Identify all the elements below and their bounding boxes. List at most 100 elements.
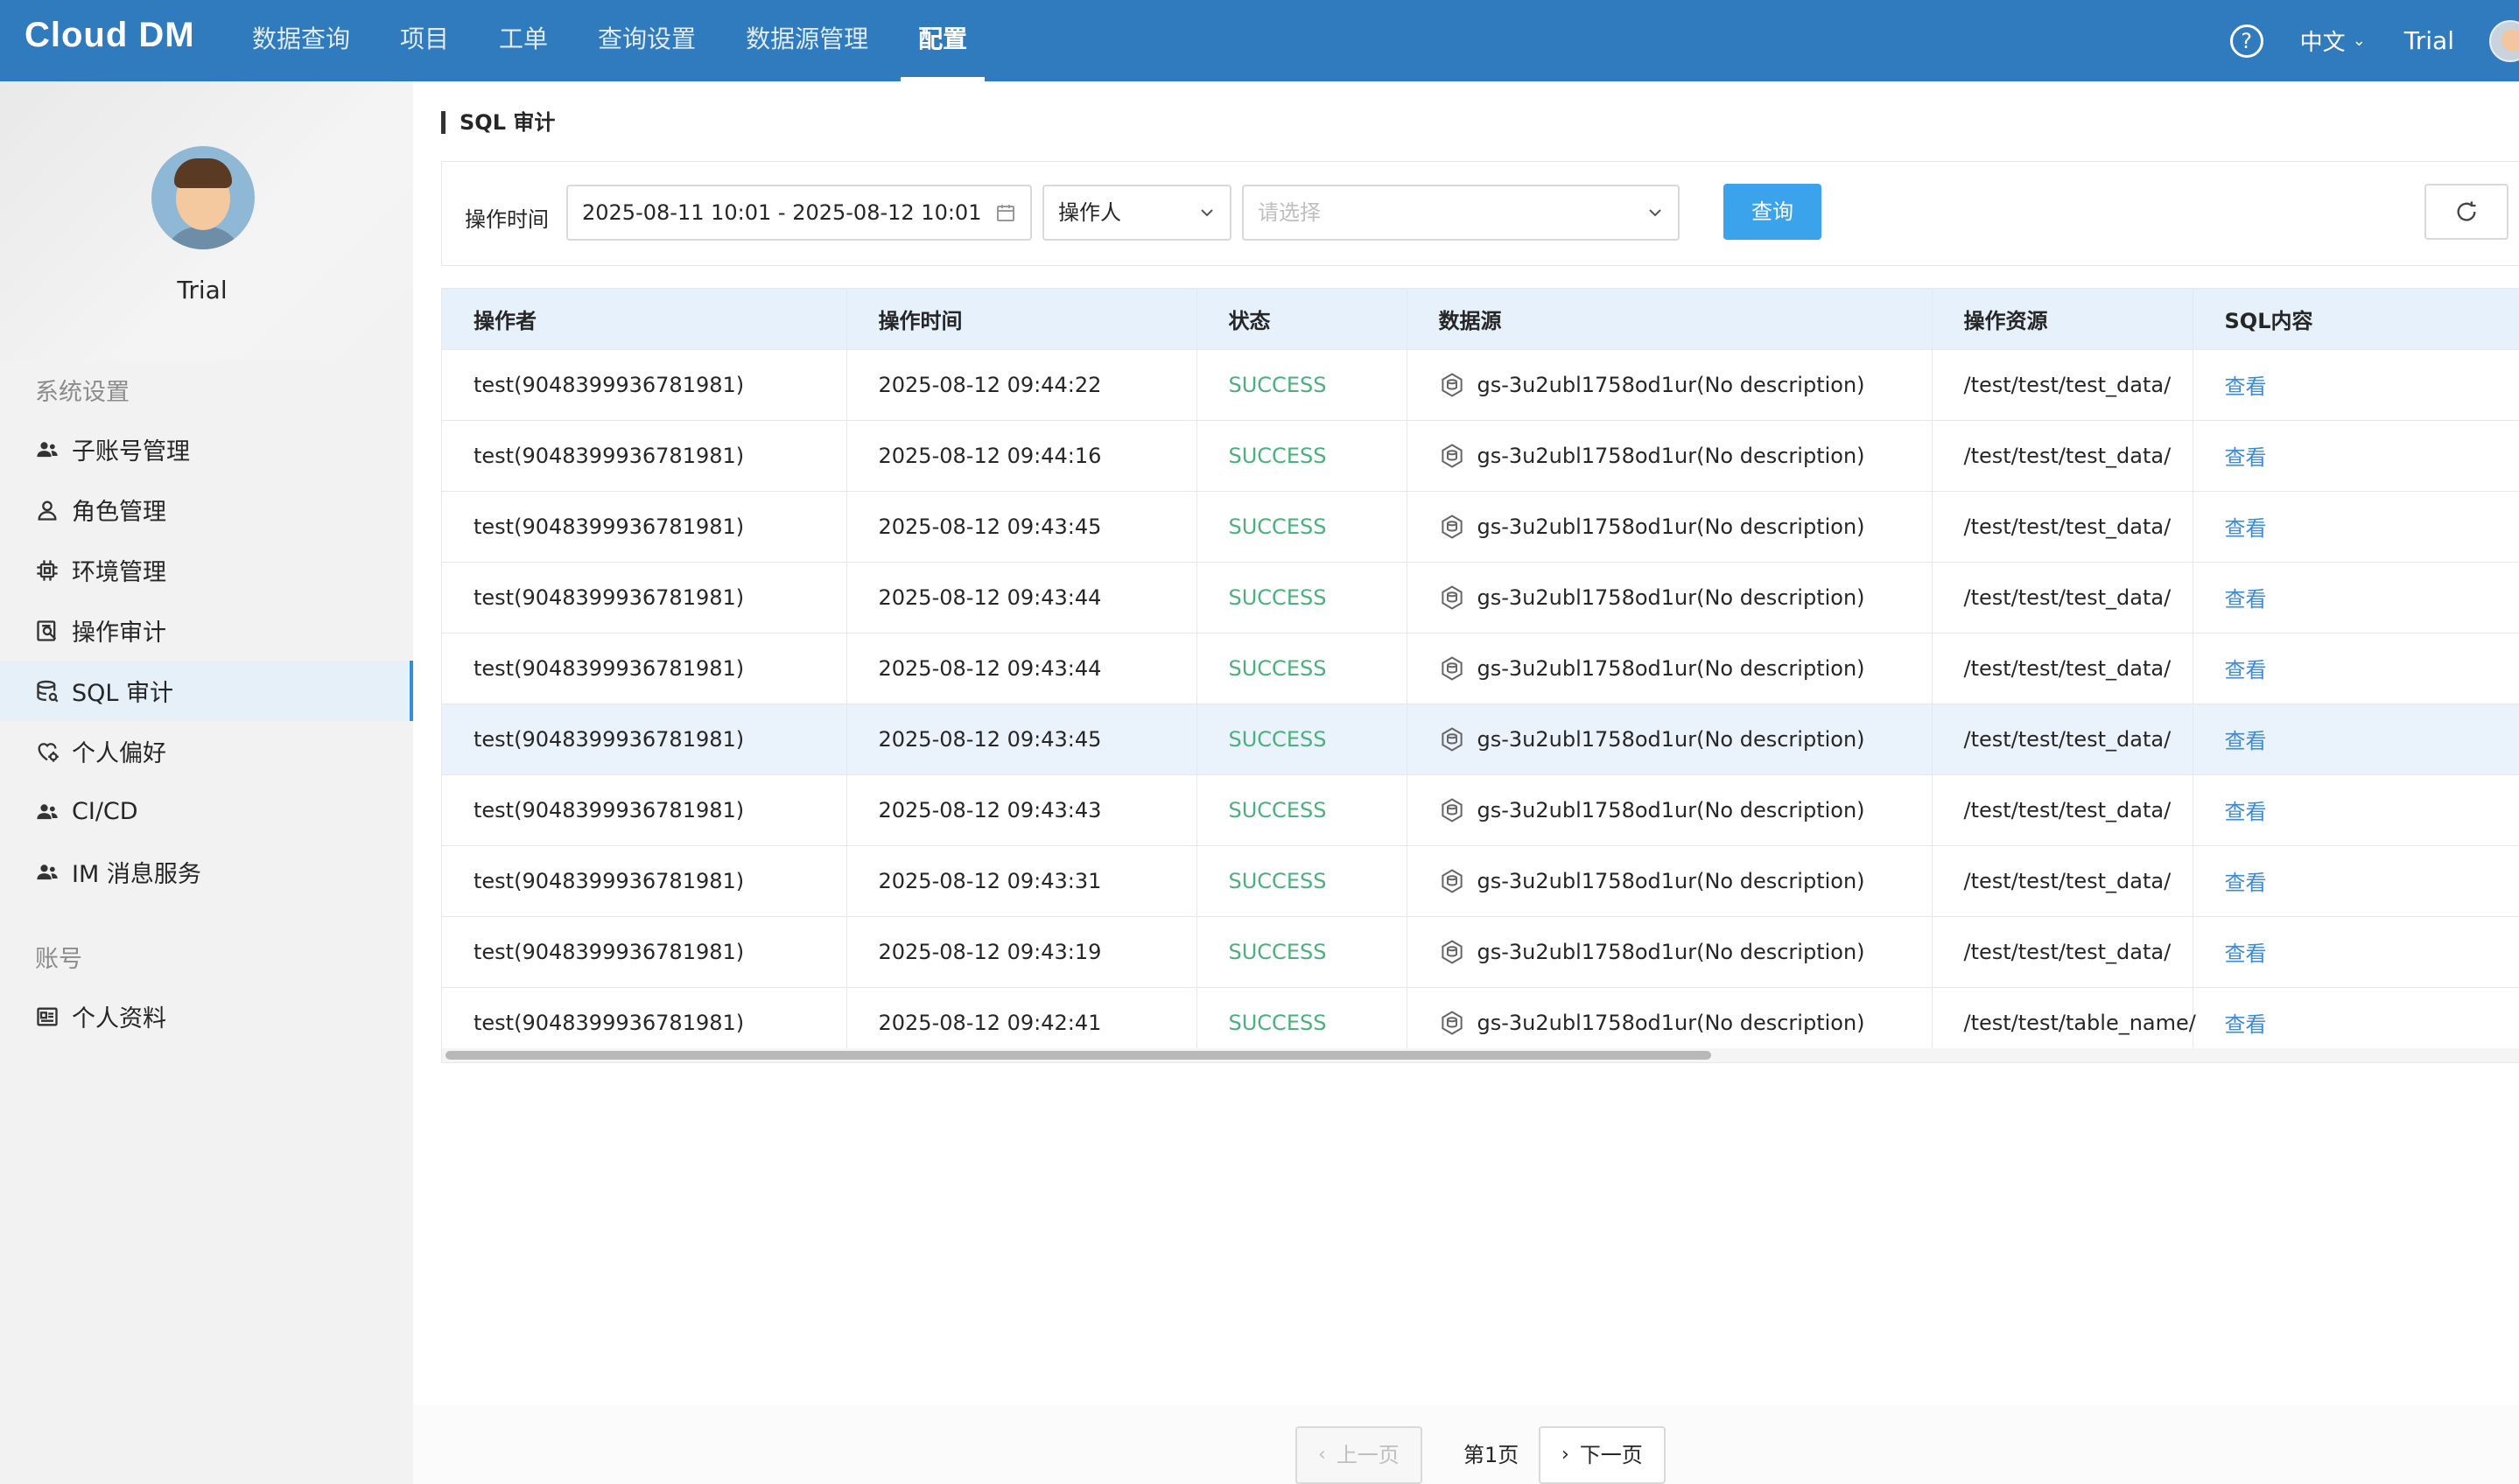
view-link[interactable]: 查看 bbox=[2225, 871, 2267, 895]
view-link[interactable]: 查看 bbox=[2225, 587, 2267, 612]
cell-status: SUCCESS bbox=[1196, 420, 1407, 492]
sidebar-item-label: 操作审计 bbox=[72, 620, 166, 647]
table-row[interactable]: test(9048399936781981) 2025-08-12 09:42:4… bbox=[442, 987, 2519, 1059]
cell-resource: /test/test/test_data/ bbox=[1932, 704, 2193, 775]
help-icon[interactable]: ? bbox=[2229, 24, 2263, 58]
cell-operator: test(9048399936781981) bbox=[442, 349, 847, 421]
view-link[interactable]: 查看 bbox=[2225, 374, 2267, 399]
view-link[interactable]: 查看 bbox=[2225, 658, 2267, 682]
table-row[interactable]: test(9048399936781981) 2025-08-12 09:44:1… bbox=[442, 420, 2519, 492]
sidebar-item-profile[interactable]: 个人资料 bbox=[0, 986, 413, 1046]
cell-datasource: gs-3u2ubl1758od1ur(No description) bbox=[1407, 491, 1933, 563]
datasource-icon bbox=[1441, 939, 1463, 964]
sidebar-item-preferences[interactable]: 个人偏好 bbox=[0, 721, 413, 781]
table-row[interactable]: test(9048399936781981) 2025-08-12 09:43:4… bbox=[442, 774, 2519, 846]
nav-project[interactable]: 项目 bbox=[382, 0, 467, 81]
sidebar-item-label: 个人偏好 bbox=[72, 740, 166, 767]
next-page-button[interactable]: › 下一页 bbox=[1539, 1426, 1666, 1484]
value-select-placeholder: 请选择 bbox=[1258, 200, 1321, 225]
cell-status: SUCCESS bbox=[1196, 704, 1407, 775]
view-link[interactable]: 查看 bbox=[2225, 942, 2267, 966]
sidebar-item-sub-accounts[interactable]: 子账号管理 bbox=[0, 419, 413, 480]
datasource-icon bbox=[1441, 514, 1463, 539]
cell-sql-content: 查看 bbox=[2193, 633, 2519, 704]
preference-icon bbox=[35, 739, 60, 764]
calendar-icon bbox=[997, 205, 1014, 221]
scrollbar-thumb[interactable] bbox=[446, 1051, 1711, 1060]
table-row[interactable]: test(9048399936781981) 2025-08-12 09:43:1… bbox=[442, 916, 2519, 988]
column-header-status: 状态 bbox=[1196, 289, 1407, 350]
cell-status: SUCCESS bbox=[1196, 491, 1407, 563]
view-link[interactable]: 查看 bbox=[2225, 729, 2267, 753]
sidebar-item-operation-audit[interactable]: 操作审计 bbox=[0, 600, 413, 661]
field-select[interactable]: 操作人 bbox=[1042, 185, 1231, 241]
column-header-time: 操作时间 bbox=[846, 289, 1197, 350]
view-link[interactable]: 查看 bbox=[2225, 800, 2267, 824]
sidebar-item-sql-audit[interactable]: SQL 审计 bbox=[0, 661, 413, 721]
view-link[interactable]: 查看 bbox=[2225, 516, 2267, 541]
cell-time: 2025-08-12 09:42:41 bbox=[846, 987, 1197, 1059]
datasource-icon bbox=[1441, 372, 1463, 397]
nav-data-query[interactable]: 数据查询 bbox=[235, 0, 368, 81]
user-avatar-icon[interactable] bbox=[2489, 19, 2519, 62]
sidebar-item-cicd[interactable]: CI/CD bbox=[0, 781, 413, 842]
app-logo[interactable]: Cloud DM bbox=[25, 16, 195, 55]
table-row[interactable]: test(9048399936781981) 2025-08-12 09:43:4… bbox=[442, 633, 2519, 704]
nav-ticket[interactable]: 工单 bbox=[481, 0, 565, 81]
cell-operator: test(9048399936781981) bbox=[442, 491, 847, 563]
cell-resource: /test/test/test_data/ bbox=[1932, 420, 2193, 492]
cell-operator: test(9048399936781981) bbox=[442, 562, 847, 634]
cell-datasource: gs-3u2ubl1758od1ur(No description) bbox=[1407, 633, 1933, 704]
nav-datasource-management[interactable]: 数据源管理 bbox=[728, 0, 886, 81]
date-range-value: 2025-08-11 10:01 - 2025-08-12 10:01 bbox=[582, 200, 982, 225]
view-link[interactable]: 查看 bbox=[2225, 445, 2267, 470]
sidebar-item-label: IM 消息服务 bbox=[72, 861, 201, 888]
cell-sql-content: 查看 bbox=[2193, 562, 2519, 634]
cell-operator: test(9048399936781981) bbox=[442, 774, 847, 846]
cell-time: 2025-08-12 09:43:44 bbox=[846, 562, 1197, 634]
horizontal-scrollbar[interactable] bbox=[442, 1048, 2519, 1062]
datasource-icon bbox=[1441, 797, 1463, 822]
query-button[interactable]: 查询 bbox=[1723, 184, 1821, 240]
cell-operator: test(9048399936781981) bbox=[442, 704, 847, 775]
datasource-name: gs-3u2ubl1758od1ur(No description) bbox=[1477, 797, 1865, 822]
cell-status: SUCCESS bbox=[1196, 349, 1407, 421]
value-select[interactable]: 请选择 bbox=[1242, 185, 1680, 241]
sidebar-item-im-service[interactable]: IM 消息服务 bbox=[0, 842, 413, 902]
view-link[interactable]: 查看 bbox=[2225, 1012, 2267, 1037]
cell-sql-content: 查看 bbox=[2193, 845, 2519, 917]
sidebar-item-label: 子账号管理 bbox=[72, 438, 190, 466]
cell-status: SUCCESS bbox=[1196, 987, 1407, 1059]
nav-config[interactable]: 配置 bbox=[901, 0, 986, 81]
table-row[interactable]: test(9048399936781981) 2025-08-12 09:43:4… bbox=[442, 562, 2519, 634]
datasource-name: gs-3u2ubl1758od1ur(No description) bbox=[1477, 584, 1865, 610]
user-name[interactable]: Trial bbox=[2404, 26, 2454, 55]
sidebar-item-environments[interactable]: 环境管理 bbox=[0, 540, 413, 600]
table-row[interactable]: test(9048399936781981) 2025-08-12 09:43:4… bbox=[442, 704, 2519, 775]
datasource-icon bbox=[1441, 443, 1463, 468]
cell-time: 2025-08-12 09:43:45 bbox=[846, 491, 1197, 563]
sidebar-item-roles[interactable]: 角色管理 bbox=[0, 480, 413, 540]
table-row[interactable]: test(9048399936781981) 2025-08-12 09:43:3… bbox=[442, 845, 2519, 917]
cell-sql-content: 查看 bbox=[2193, 916, 2519, 988]
date-range-picker[interactable]: 2025-08-11 10:01 - 2025-08-12 10:01 bbox=[566, 185, 1032, 241]
datasource-icon bbox=[1441, 655, 1463, 681]
cell-time: 2025-08-12 09:44:16 bbox=[846, 420, 1197, 492]
datasource-icon bbox=[1441, 1010, 1463, 1035]
avatar bbox=[151, 146, 255, 249]
nav-query-settings[interactable]: 查询设置 bbox=[580, 0, 713, 81]
language-selector[interactable]: 中文 ⌄ bbox=[2300, 24, 2366, 57]
prev-page-label: 上一页 bbox=[1336, 1443, 1400, 1467]
sidebar: Trial 系统设置 子账号管理 角色管理 环境管理 操作审计 SQL 审计 个… bbox=[0, 81, 413, 1484]
cell-status: SUCCESS bbox=[1196, 916, 1407, 988]
refresh-button[interactable] bbox=[2424, 184, 2508, 240]
cell-sql-content: 查看 bbox=[2193, 420, 2519, 492]
table-row[interactable]: test(9048399936781981) 2025-08-12 09:44:2… bbox=[442, 349, 2519, 421]
cell-time: 2025-08-12 09:43:44 bbox=[846, 633, 1197, 704]
cell-operator: test(9048399936781981) bbox=[442, 916, 847, 988]
cell-operator: test(9048399936781981) bbox=[442, 845, 847, 917]
users-icon bbox=[35, 800, 60, 824]
sql-audit-table: 操作者 操作时间 状态 数据源 操作资源 SQL内容 test(90483999… bbox=[441, 288, 2519, 1063]
prev-page-button[interactable]: ‹ 上一页 bbox=[1295, 1426, 1422, 1484]
table-row[interactable]: test(9048399936781981) 2025-08-12 09:43:4… bbox=[442, 491, 2519, 563]
